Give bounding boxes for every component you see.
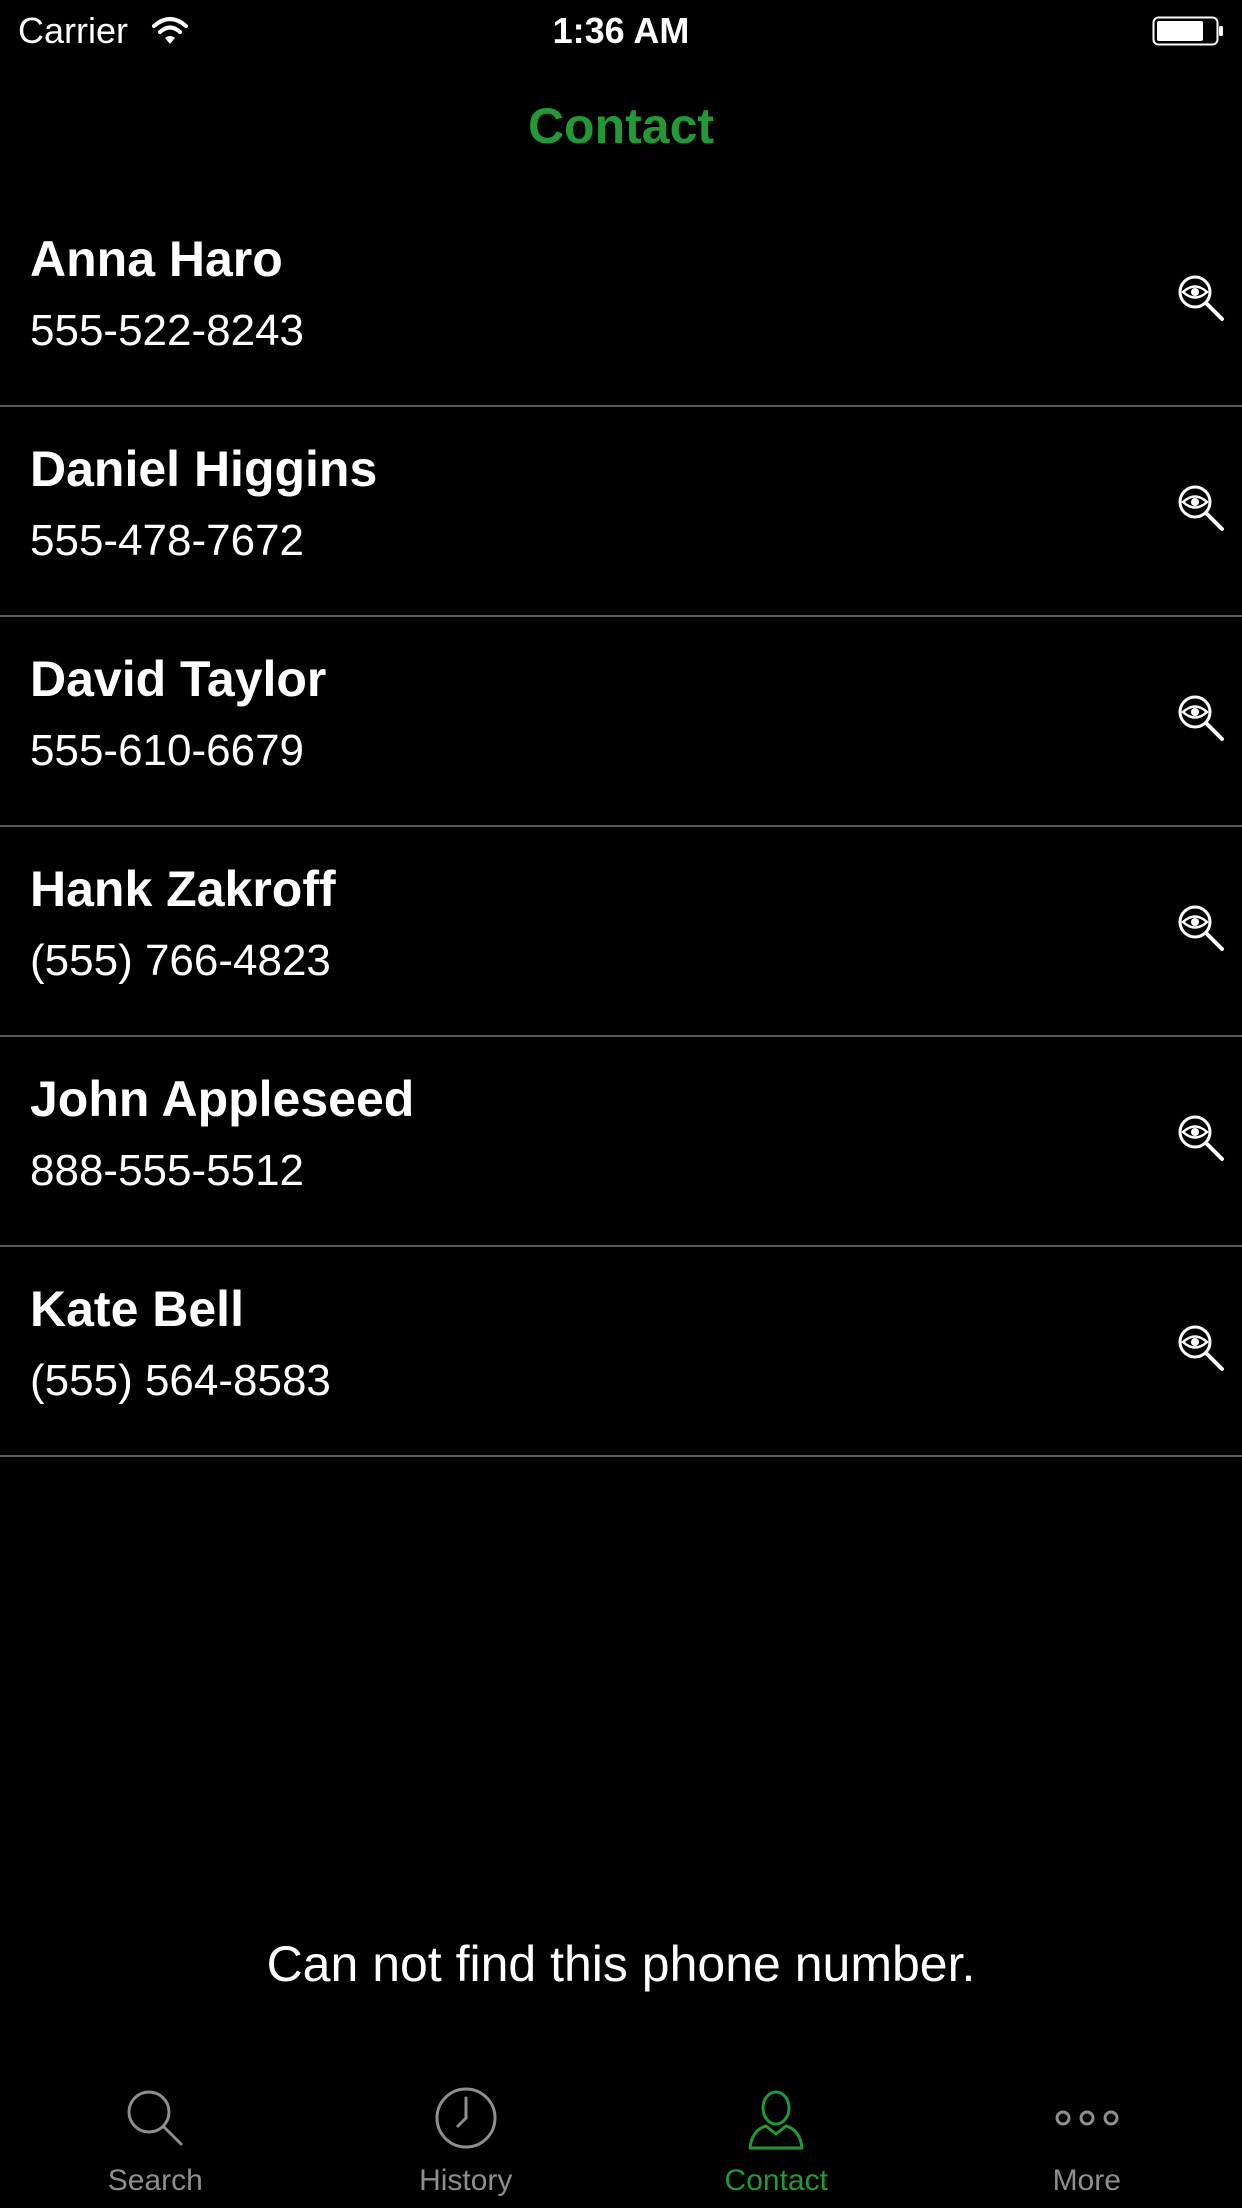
lookup-eye-magnifier-icon[interactable]	[1176, 483, 1226, 533]
tab-label: Contact	[724, 2164, 828, 2197]
lookup-eye-magnifier-icon[interactable]	[1176, 1113, 1226, 1163]
contact-name: John Appleseed	[30, 1071, 415, 1127]
page-title: Contact	[527, 98, 715, 154]
tab-bar: Search History Contact More	[0, 2066, 1242, 2208]
tab-more[interactable]: More	[932, 2066, 1242, 2208]
tab-label: More	[1052, 2164, 1121, 2197]
contact-phone: 555-478-7672	[30, 516, 305, 565]
contact-row[interactable]: Daniel Higgins 555-478-7672	[0, 407, 1242, 617]
contact-row[interactable]: Kate Bell (555) 564-8583	[0, 1247, 1242, 1457]
lookup-eye-magnifier-icon[interactable]	[1176, 903, 1226, 953]
lookup-eye-magnifier-icon[interactable]	[1176, 693, 1226, 743]
tab-history[interactable]: History	[311, 2066, 622, 2208]
contact-name: Daniel Higgins	[30, 441, 378, 497]
clock-icon	[435, 2087, 497, 2149]
search-icon	[127, 2090, 183, 2146]
contact-name: David Taylor	[30, 651, 327, 707]
battery-icon	[1152, 16, 1223, 46]
tab-search[interactable]: Search	[0, 2066, 311, 2208]
person-icon	[748, 2090, 804, 2150]
lookup-eye-magnifier-icon[interactable]	[1176, 273, 1226, 323]
contact-phone: 888-555-5512	[30, 1146, 305, 1195]
lookup-eye-magnifier-icon[interactable]	[1176, 1323, 1226, 1373]
contact-phone: (555) 564-8583	[30, 1356, 331, 1405]
contact-row[interactable]: John Appleseed 888-555-5512	[0, 1037, 1242, 1247]
status-time: 1:36 AM	[552, 10, 690, 51]
contact-name: Hank Zakroff	[30, 861, 336, 917]
more-dots-icon	[1055, 2110, 1119, 2126]
contact-row[interactable]: Anna Haro 555-522-8243	[0, 197, 1242, 407]
contact-list: Anna Haro 555-522-8243 Daniel Higgins 55…	[0, 197, 1242, 1457]
contact-row[interactable]: Hank Zakroff (555) 766-4823	[0, 827, 1242, 1037]
contact-name: Kate Bell	[30, 1281, 244, 1337]
tab-contact[interactable]: Contact	[621, 2066, 932, 2208]
tab-label: Search	[107, 2164, 203, 2197]
status-bar: Carrier 1:36 AM	[0, 0, 1242, 62]
contact-phone: 555-610-6679	[30, 726, 305, 775]
contact-name: Anna Haro	[30, 231, 283, 287]
contact-phone: 555-522-8243	[30, 306, 305, 355]
tab-label: History	[419, 2164, 513, 2197]
not-found-message: Can not find this phone number.	[266, 1936, 976, 1992]
contact-row[interactable]: David Taylor 555-610-6679	[0, 617, 1242, 827]
contact-phone: (555) 766-4823	[30, 936, 331, 985]
